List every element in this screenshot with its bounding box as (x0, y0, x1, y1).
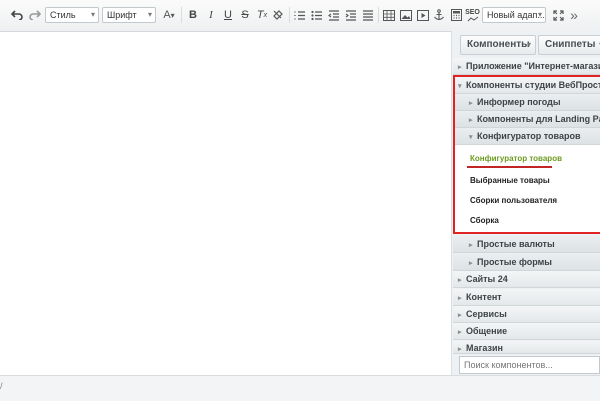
more-label: » (570, 7, 578, 23)
bulleted-list-icon[interactable] (310, 6, 324, 24)
tree-item-label: Простые валюты (477, 239, 555, 249)
tree-item-label: Магазин (466, 343, 503, 353)
style-select[interactable]: Стиль ▾ (45, 7, 99, 23)
text-size-icon[interactable]: A ▾ (160, 6, 178, 24)
red-highlight-annotation (453, 75, 600, 234)
strike-label: S (241, 9, 249, 21)
seo-label: SEO (465, 8, 480, 16)
components-tab[interactable]: Компоненты ▾ (460, 35, 536, 55)
chevron-down-icon: ▾ (170, 10, 175, 20)
strikethrough-icon[interactable]: S (238, 6, 252, 24)
calculator-icon[interactable] (449, 6, 463, 24)
chevron-down-icon: ▾ (526, 40, 531, 49)
tree-item-services[interactable]: ▸ Сервисы (453, 306, 600, 323)
chevron-right-icon: ▸ (458, 346, 462, 353)
font-select-label: Шрифт (107, 10, 137, 20)
tree-item-label: Простые формы (477, 257, 552, 267)
tree-item-label: Контент (466, 292, 502, 302)
snippets-tab-label: Сниппеты (545, 39, 596, 50)
style-select-label: Стиль (50, 10, 76, 20)
outdent-icon[interactable] (327, 6, 341, 24)
new-select-label: Новый адап... (487, 10, 545, 20)
component-search-input[interactable] (459, 356, 600, 374)
toolbar-divider (181, 7, 182, 23)
italic-icon[interactable]: I (204, 6, 218, 24)
fullscreen-icon[interactable] (551, 6, 565, 24)
numbered-list-icon[interactable] (293, 6, 307, 24)
anchor-icon[interactable] (432, 6, 446, 24)
chevron-right-icon: ▸ (458, 329, 462, 336)
toolbar-divider (289, 7, 290, 23)
chevron-right-icon: ▸ (458, 64, 462, 71)
bold-label: B (189, 9, 197, 21)
font-select[interactable]: Шрифт ▾ (102, 7, 156, 23)
tree-item-label: Сервисы (466, 309, 507, 319)
video-icon[interactable] (416, 6, 430, 24)
chevron-down-icon: ▾ (537, 10, 542, 19)
remove-format-icon[interactable]: Tx (255, 6, 269, 24)
text-size-label: A (163, 9, 171, 21)
tree-item-shop-app[interactable]: ▸ Приложение "Интернет-магазин" (453, 58, 600, 75)
chevron-down-icon: ▾ (90, 10, 95, 19)
editor-content-area[interactable] (0, 32, 451, 375)
status-path: / (0, 381, 3, 391)
chevron-right-icon: ▸ (458, 277, 462, 284)
new-adaptive-select[interactable]: Новый адап... ▾ (482, 7, 546, 23)
chevron-down-icon: ▾ (147, 10, 152, 19)
table-icon[interactable] (382, 6, 396, 24)
tree-item-shops[interactable]: ▸ Магазин (453, 341, 600, 354)
underline-icon[interactable]: U (221, 6, 235, 24)
components-tab-label: Компоненты (467, 39, 530, 50)
chevron-right-icon: ▸ (469, 260, 473, 267)
snippets-tab[interactable]: Сниппеты ▾ (538, 35, 600, 55)
seo-icon[interactable]: SEO (465, 6, 480, 24)
text-color-icon[interactable] (271, 6, 285, 24)
tree-item-label: Приложение "Интернет-магазин" (466, 61, 600, 71)
bold-icon[interactable]: B (186, 6, 200, 24)
tree-item-simple-forms[interactable]: ▸ Простые формы (453, 254, 600, 271)
chevron-right-icon: ▸ (458, 295, 462, 302)
chevron-right-icon: ▸ (469, 242, 473, 249)
editor-toolbar: Стиль ▾ Шрифт ▾ A ▾ B I U S Tx SEO Новый… (0, 0, 600, 32)
align-icon[interactable] (361, 6, 375, 24)
underline-label: U (224, 9, 232, 21)
tree-item-communication[interactable]: ▸ Общение (453, 323, 600, 340)
clear-format-label: T (256, 9, 264, 21)
tree-item-label: Общение (466, 326, 508, 336)
redo-icon[interactable] (27, 6, 43, 24)
italic-label: I (209, 9, 213, 21)
chevron-right-icon: ▸ (458, 312, 462, 319)
tree-item-simple-currencies[interactable]: ▸ Простые валюты (453, 236, 600, 253)
more-icon[interactable]: » (567, 6, 581, 24)
image-icon[interactable] (399, 6, 413, 24)
toolbar-divider (378, 7, 379, 23)
undo-icon[interactable] (9, 6, 25, 24)
status-bar: / (0, 375, 600, 401)
tree-item-label: Сайты 24 (466, 274, 508, 284)
tree-item-content[interactable]: ▸ Контент (453, 289, 600, 306)
indent-icon[interactable] (344, 6, 358, 24)
tree-item-sites24[interactable]: ▸ Сайты 24 (453, 271, 600, 288)
